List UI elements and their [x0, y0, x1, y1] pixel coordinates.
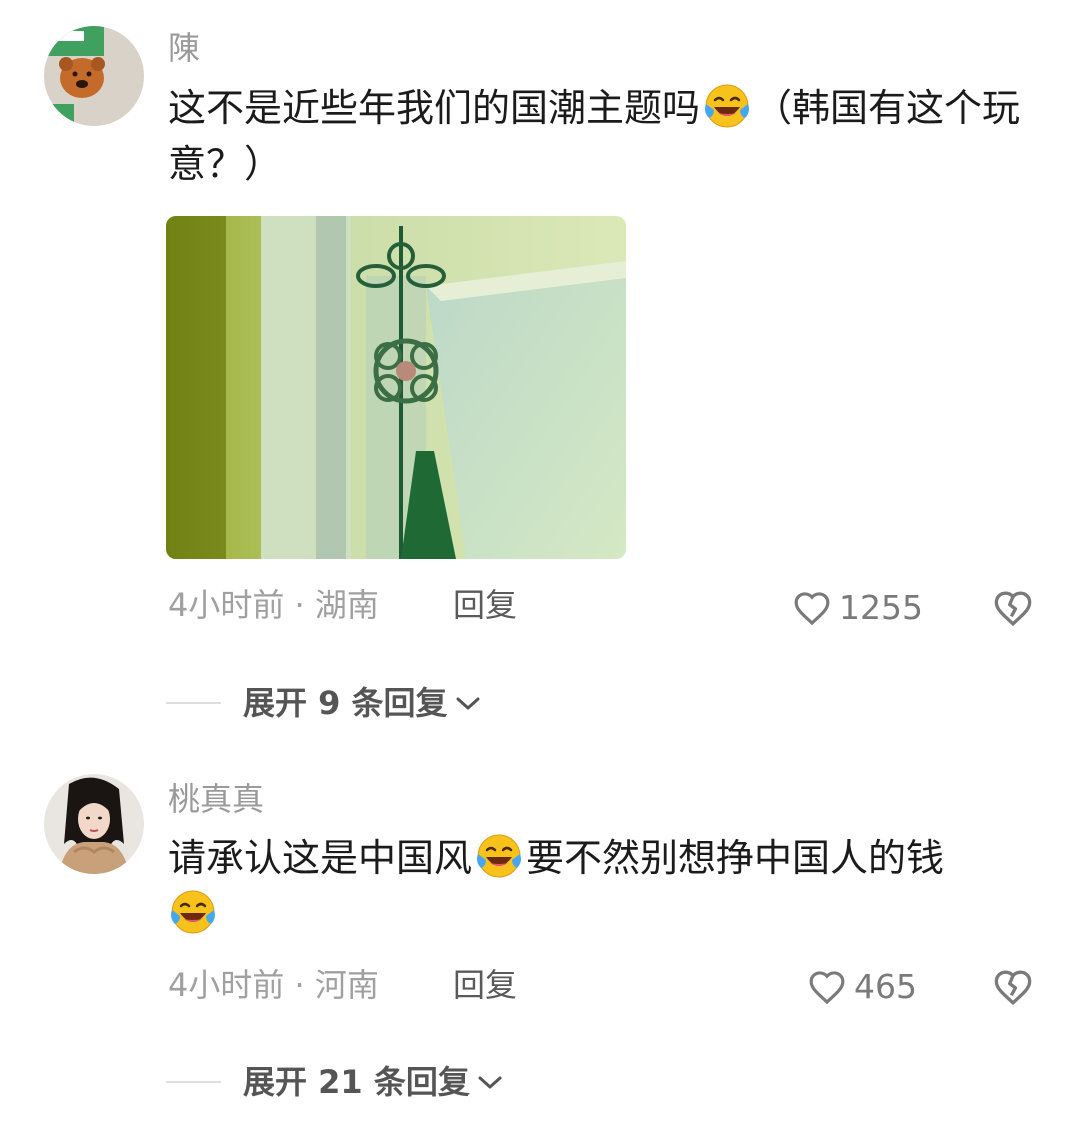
like-count: 465 — [854, 967, 917, 1006]
broken-heart-icon[interactable] — [993, 967, 1033, 1007]
comment-text: 请承认这是中国风 要不然别想挣中国人的钱 — [168, 830, 1038, 942]
comment-image[interactable] — [166, 216, 626, 559]
expand-replies-button[interactable]: 展开 21 条回复 — [166, 1062, 504, 1102]
chevron-down-icon — [456, 697, 480, 710]
reply-button[interactable]: 回复 — [453, 585, 517, 625]
comment-text-part: 这不是近些年我们的国潮主题吗 — [168, 86, 701, 130]
avatar[interactable] — [44, 774, 144, 874]
heart-icon — [794, 592, 830, 626]
expand-replies-label: 展开 21 条回复 — [243, 1063, 470, 1101]
divider-line — [166, 702, 221, 704]
time-location: 4小时前 · 湖南 — [168, 586, 379, 624]
like-button[interactable]: 465 — [808, 967, 917, 1007]
chevron-down-icon — [478, 1076, 502, 1089]
laughing-crying-emoji-icon — [702, 80, 752, 130]
comment-text: 这不是近些年我们的国潮主题吗 （韩国有这个玩意？） — [168, 80, 1038, 192]
like-count: 1255 — [839, 588, 923, 627]
laughing-crying-emoji-icon — [474, 830, 524, 880]
divider-line — [166, 1081, 221, 1083]
username[interactable]: 桃真真 — [168, 779, 264, 819]
heart-icon — [809, 971, 845, 1005]
broken-heart-icon[interactable] — [993, 588, 1033, 628]
time-location: 4小时前 · 河南 — [168, 966, 379, 1004]
comment-text-part: 请承认这是中国风 — [168, 836, 473, 880]
comment-text-part: 要不然别想挣中国人的钱 — [526, 836, 945, 880]
avatar[interactable] — [44, 26, 144, 126]
expand-replies-label: 展开 9 条回复 — [243, 684, 448, 722]
username[interactable]: 陳 — [168, 28, 200, 68]
laughing-crying-emoji-icon — [168, 886, 218, 936]
reply-button[interactable]: 回复 — [453, 965, 517, 1005]
expand-replies-button[interactable]: 展开 9 条回复 — [166, 683, 482, 723]
like-button[interactable]: 1255 — [793, 588, 923, 628]
